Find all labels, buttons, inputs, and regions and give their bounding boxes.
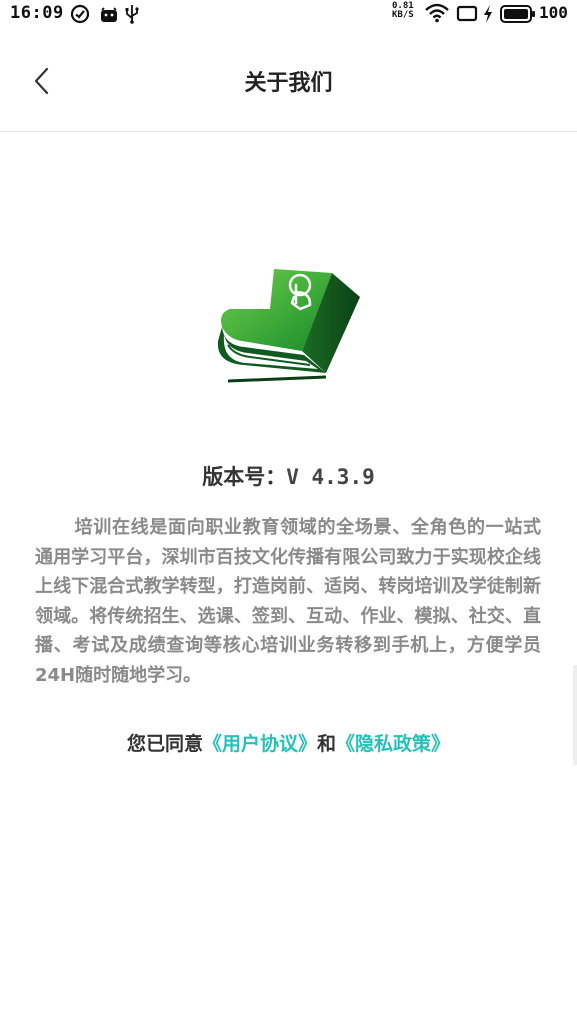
- status-bar: 16:09 0.81 KB/S 100: [0, 0, 577, 28]
- page-title: 关于我们: [244, 71, 333, 96]
- app-description: 培训在线是面向职业教育领域的全场景、全角色的一站式通用学习平台，深圳市百技文化传…: [35, 517, 541, 686]
- network-speed: 0.81 KB/S: [392, 2, 414, 20]
- charging-icon: [484, 5, 492, 23]
- version-value: V 4.3.9: [286, 465, 375, 489]
- status-time: 16:09: [10, 3, 64, 23]
- scrollbar: [573, 665, 577, 765]
- agreement-joiner: 和: [317, 733, 337, 755]
- app-logo: [217, 269, 360, 383]
- check-circle-icon: [70, 4, 90, 24]
- battery-icon: [500, 5, 535, 23]
- version-line: 版本号：V 4.3.9: [0, 461, 577, 491]
- android-icon: [101, 7, 117, 22]
- agreement-line: 您已同意《用户协议》和《隐私政策》: [0, 729, 577, 756]
- network-speed-unit: KB/S: [392, 10, 414, 20]
- wifi-icon: [425, 3, 449, 23]
- privacy-policy-link[interactable]: 《隐私政策》: [336, 733, 450, 755]
- screen-icon: [456, 5, 478, 22]
- usb-icon: [125, 5, 139, 24]
- battery-level: 100: [539, 3, 568, 22]
- user-agreement-link[interactable]: 《用户协议》: [203, 733, 317, 755]
- version-label: 版本号：: [202, 465, 287, 489]
- header-bar: 关于我们: [0, 28, 577, 132]
- agreement-prefix: 您已同意: [126, 733, 203, 755]
